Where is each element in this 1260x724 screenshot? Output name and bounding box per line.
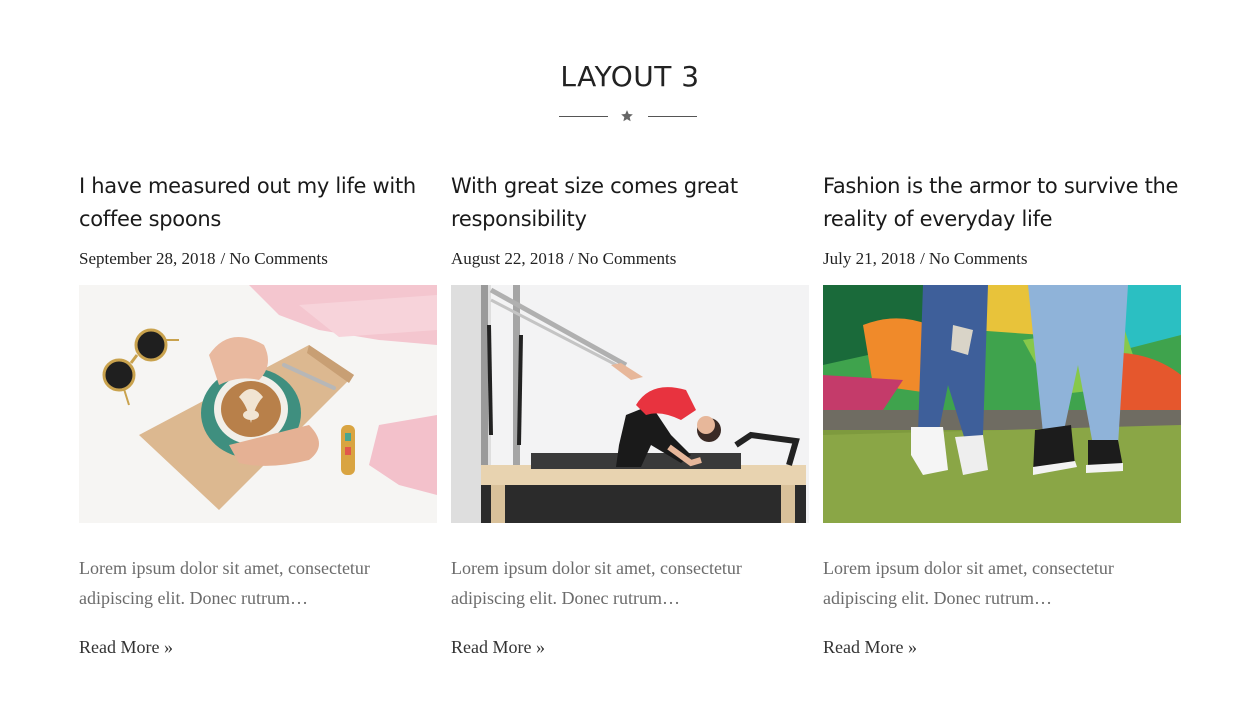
post-excerpt: Lorem ipsum dolor sit amet, consectetur … [79,558,370,608]
meta-separator: / [220,249,226,268]
post-comments-link[interactable]: No Comments [929,249,1028,268]
read-more-link[interactable]: Read More » [451,637,545,658]
section-title: LAYOUT 3 [560,60,700,93]
post-meta: July 21, 2018 /No Comments [823,247,1181,271]
post-excerpt: Lorem ipsum dolor sit amet, consectetur … [823,558,1114,608]
post-thumbnail-sneakers[interactable] [823,285,1181,523]
post-date[interactable]: August 22, 2018 [451,249,564,268]
read-more-link[interactable]: Read More » [79,637,173,658]
divider-line-left [559,116,608,117]
post-meta: September 28, 2018 /No Comments [79,247,437,271]
post-thumbnail-coffee[interactable] [79,285,437,523]
post-card: Fashion is the armor to survive the real… [823,170,1181,658]
post-title[interactable]: With great size comes great responsibili… [451,170,809,236]
post-title[interactable]: Fashion is the armor to survive the real… [823,170,1181,236]
post-thumbnail-pilates[interactable] [451,285,809,523]
post-excerpt: Lorem ipsum dolor sit amet, consectetur … [451,558,742,608]
post-title[interactable]: I have measured out my life with coffee … [79,170,437,236]
meta-separator: / [920,249,925,268]
post-meta: August 22, 2018/No Comments [451,247,809,271]
post-date[interactable]: September 28, 2018 [79,249,215,268]
meta-separator: / [568,249,574,268]
read-more-link[interactable]: Read More » [823,637,917,658]
post-card: I have measured out my life with coffee … [79,170,437,658]
post-comments-link[interactable]: No Comments [229,249,328,268]
post-card: With great size comes great responsibili… [451,170,809,658]
post-date[interactable]: July 21, 2018 [823,249,915,268]
divider-line-right [648,116,697,117]
title-divider [559,108,697,126]
star-icon [621,110,633,122]
post-comments-link[interactable]: No Comments [578,249,677,268]
